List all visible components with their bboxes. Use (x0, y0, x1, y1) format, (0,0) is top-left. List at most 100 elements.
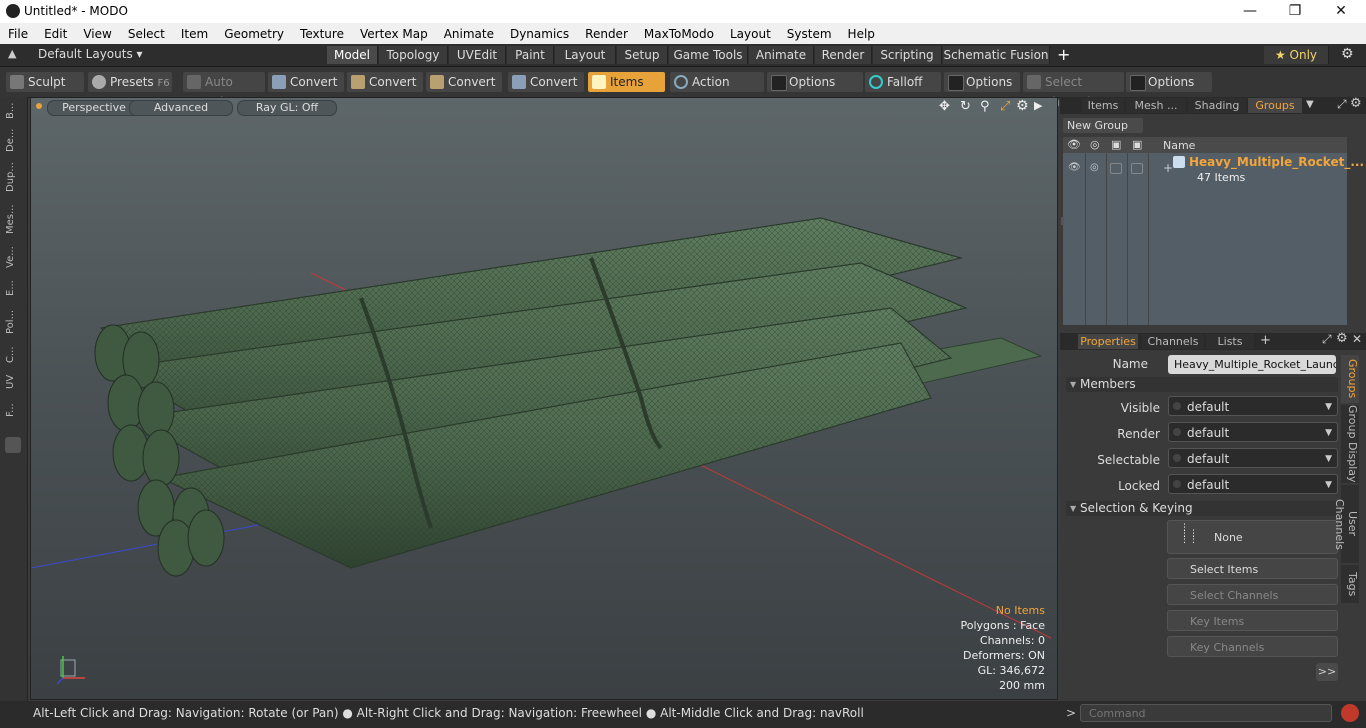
eye-icon[interactable]: 👁 (1067, 138, 1081, 151)
menu-geometry[interactable]: Geometry (216, 27, 292, 41)
name-field[interactable]: Heavy_Multiple_Rocket_Launche (1168, 355, 1336, 374)
render-icon[interactable]: ◎ (1090, 138, 1100, 151)
row-lock-checkbox[interactable] (1110, 163, 1122, 174)
options-button-1[interactable]: Options (767, 72, 863, 92)
tab-animate[interactable]: Animate (749, 46, 814, 64)
convert-button-2[interactable]: Convert (347, 72, 423, 92)
visible-dropdown[interactable]: default ▼ (1168, 396, 1338, 416)
menu-help[interactable]: Help (840, 27, 883, 41)
members-header[interactable]: Members (1066, 377, 1338, 392)
new-group-button[interactable]: New Group (1063, 118, 1143, 133)
group-name[interactable]: Heavy_Multiple_Rocket_... (1189, 155, 1364, 169)
gear-icon[interactable]: ⚙ (1341, 46, 1354, 62)
auto-select-button[interactable]: Auto Select (183, 72, 265, 109)
more-button[interactable]: >> (1316, 663, 1338, 681)
action-center-button[interactable]: Action Center (670, 72, 764, 109)
tab-schematic-fusion[interactable]: Schematic Fusion (943, 46, 1050, 64)
tab-topology[interactable]: Topology (379, 46, 448, 64)
side-tab-groups[interactable]: Groups (1341, 355, 1359, 403)
menu-system[interactable]: System (779, 27, 840, 41)
expand-row-icon[interactable]: + (1163, 161, 1173, 175)
strip-tab-curve[interactable]: C... (5, 343, 21, 367)
strip-tab-uv[interactable]: UV (5, 371, 21, 393)
tab-layout[interactable]: Layout (555, 46, 616, 64)
none-button[interactable]: ⋮ ⋮⋮ ⋮⋮ None (1167, 520, 1338, 554)
strip-tab-duplicate[interactable]: Dup... (5, 159, 21, 195)
row-select-checkbox[interactable] (1131, 163, 1143, 174)
render-dropdown[interactable]: default ▼ (1168, 422, 1338, 442)
tab-lists[interactable]: Lists (1206, 334, 1254, 349)
locked-dropdown[interactable]: default ▼ (1168, 474, 1338, 494)
row-render-icon[interactable]: ◎ (1090, 162, 1099, 173)
tab-uvedit[interactable]: UVEdit (449, 46, 506, 64)
table-row[interactable]: 👁 ◎ + Heavy_Multiple_Rocket_... 47 Items (1063, 153, 1364, 187)
select-icon[interactable]: ▣ (1132, 138, 1142, 151)
tab-game-tools[interactable]: Game Tools (669, 46, 748, 64)
menu-item[interactable]: Item (173, 27, 216, 41)
only-toggle[interactable]: ★ Only (1264, 46, 1329, 64)
side-tab-tags[interactable]: Tags (1341, 565, 1359, 603)
convert-button-4[interactable]: Convert (508, 72, 584, 92)
menu-animate[interactable]: Animate (436, 27, 502, 41)
menu-render[interactable]: Render (577, 27, 636, 41)
add-tab-icon[interactable]: + (1260, 333, 1271, 348)
maximize-icon[interactable]: ❐ (1280, 2, 1310, 20)
expand-properties-icon[interactable]: ⤢ (1322, 332, 1332, 347)
record-icon[interactable] (1341, 704, 1359, 722)
tab-scripting[interactable]: Scripting (873, 46, 942, 64)
properties-gear-icon[interactable]: ⚙ (1336, 331, 1348, 346)
strip-tab-edge[interactable]: E... (5, 275, 21, 301)
close-icon[interactable]: ✕ (1326, 2, 1356, 20)
tab-channels[interactable]: Channels (1142, 334, 1204, 349)
tab-model[interactable]: Model (327, 46, 378, 64)
side-tab-user-channels[interactable]: User Channels (1333, 485, 1359, 563)
strip-tab-fusion[interactable]: F... (5, 397, 21, 423)
strip-tab-deform[interactable]: De... (5, 125, 21, 155)
convert-button-3[interactable]: Convert (426, 72, 502, 92)
minimize-icon[interactable]: — (1235, 2, 1265, 20)
selectable-dropdown[interactable]: default ▼ (1168, 448, 1338, 468)
menu-view[interactable]: View (75, 27, 119, 41)
side-tab-group-display[interactable]: Group Display (1341, 405, 1359, 483)
convert-button-1[interactable]: Convert (268, 72, 344, 92)
strip-tab-polygon[interactable]: Pol... (5, 305, 21, 339)
options-button-2[interactable]: Options (944, 72, 1020, 92)
tab-render[interactable]: Render (815, 46, 872, 64)
presets-button[interactable]: Presets F6 (88, 72, 172, 92)
key-channels-button[interactable]: Key Channels (1167, 636, 1338, 657)
strip-toggle-button[interactable] (5, 437, 21, 453)
panel-gear-icon[interactable]: ⚙ (1350, 96, 1362, 111)
members-collapse-icon[interactable]: ▼ (1070, 380, 1076, 389)
select-channels-button[interactable]: Select Channels (1167, 584, 1338, 605)
strip-tab-basic[interactable]: B... (5, 100, 21, 122)
lock-icon[interactable]: ▣ (1111, 138, 1121, 151)
sculpt-button[interactable]: Sculpt (6, 72, 84, 92)
row-eye-icon[interactable]: 👁 (1068, 162, 1081, 173)
menu-dynamics[interactable]: Dynamics (502, 27, 577, 41)
items-button[interactable]: Items (588, 72, 665, 92)
key-items-button[interactable]: Key Items (1167, 610, 1338, 631)
menu-texture[interactable]: Texture (292, 27, 352, 41)
expand-icon[interactable]: ⤢ (1337, 97, 1347, 112)
strip-tab-vertex[interactable]: Ve... (5, 243, 21, 271)
tab-properties[interactable]: Properties (1078, 334, 1138, 349)
selection-collapse-icon[interactable]: ▼ (1070, 504, 1076, 513)
menu-maxtomodo[interactable]: MaxToModo (636, 27, 722, 41)
menu-file[interactable]: File (0, 27, 36, 41)
tab-paint[interactable]: Paint (507, 46, 554, 64)
tab-shading[interactable]: Shading (1188, 98, 1246, 113)
tab-dropdown-icon[interactable]: ▼ (1306, 99, 1314, 110)
strip-tab-mesh-edit[interactable]: Mes... (5, 199, 21, 239)
options-button-3[interactable]: Options (1126, 72, 1212, 92)
layouts-dropdown[interactable]: Default Layouts ▾ (38, 47, 143, 61)
select-through-button[interactable]: Select Through (1023, 72, 1124, 109)
collapse-icon[interactable]: ▲ (8, 47, 16, 60)
selection-keying-header[interactable]: Selection & Keying (1066, 501, 1338, 516)
add-tab-icon[interactable]: + (1057, 45, 1070, 64)
3d-viewport[interactable]: Perspective Advanced Ray GL: Off ✥ ↻ ⚲ ⤢… (30, 97, 1058, 700)
select-items-button[interactable]: Select Items (1167, 558, 1338, 579)
menu-layout[interactable]: Layout (722, 27, 779, 41)
menu-vertex-map[interactable]: Vertex Map (352, 27, 436, 41)
tab-items[interactable]: Items (1082, 98, 1124, 113)
menu-select[interactable]: Select (120, 27, 173, 41)
